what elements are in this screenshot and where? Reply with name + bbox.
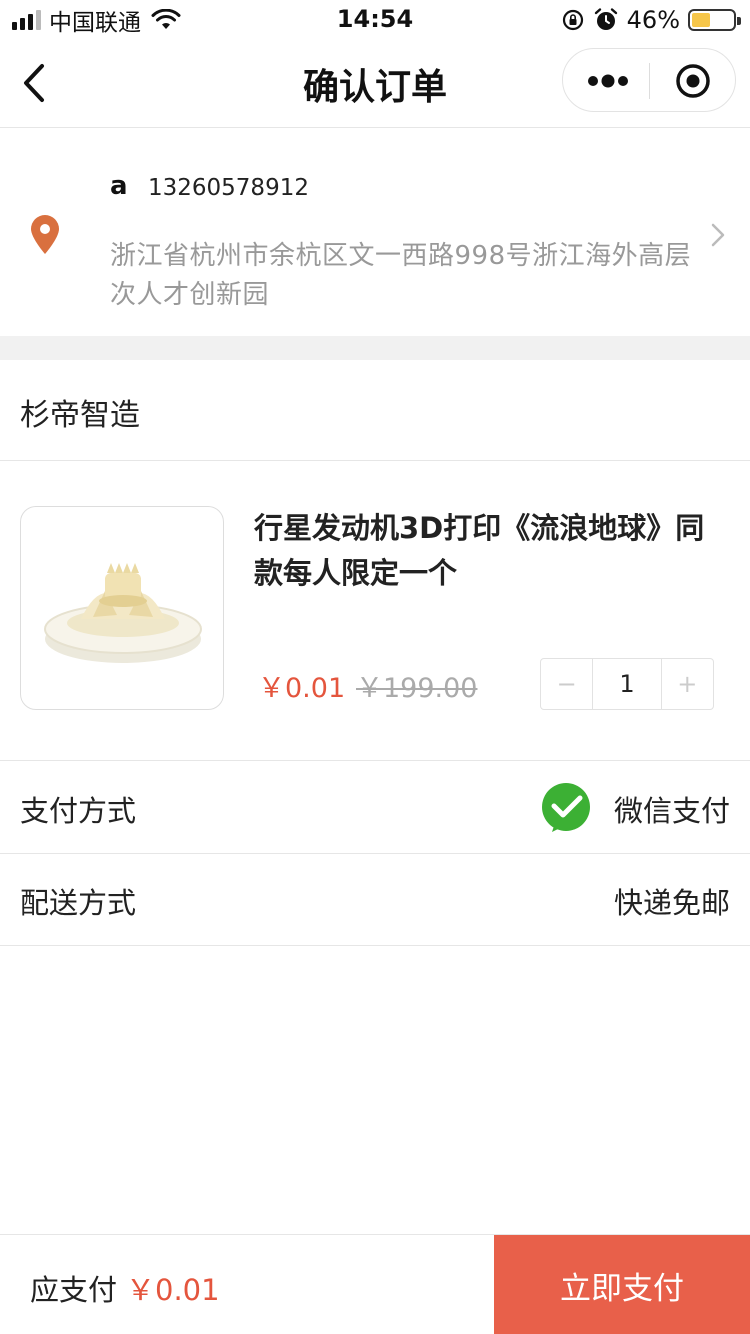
amount-due-value: ￥0.01: [126, 1273, 220, 1307]
product-original-price: ￥199.00: [356, 673, 478, 704]
increase-button[interactable]: +: [662, 659, 713, 709]
recipient-phone: 13260578912: [148, 175, 309, 201]
battery-percent: 46%: [626, 6, 680, 34]
quantity-value[interactable]: 1: [592, 659, 662, 709]
address-detail: 浙江省杭州市余杭区文一西路998号浙江海外高层次人才创新园: [110, 241, 692, 310]
amount-due-label: 应支付: [30, 1273, 118, 1307]
chevron-right-icon: [711, 223, 725, 247]
shipping-method-label: 配送方式: [20, 886, 137, 920]
wechat-pay-icon: [542, 783, 590, 832]
recipient-name: a: [110, 171, 128, 201]
close-miniprogram-icon[interactable]: [673, 61, 713, 101]
status-right: 46%: [561, 6, 741, 34]
shipping-method-value: 快递免邮: [613, 886, 730, 920]
shop-name: 杉帝智造: [20, 398, 140, 433]
mini-program-capsule: [562, 48, 736, 112]
payment-method-row[interactable]: 支付方式 微信支付: [0, 762, 750, 854]
location-pin-icon: [31, 215, 59, 254]
quantity-stepper: − 1 +: [540, 658, 714, 710]
shop-header: 杉帝智造: [0, 360, 750, 461]
product-image: [20, 506, 224, 710]
decrease-button[interactable]: −: [541, 659, 592, 709]
shipping-method-row: 配送方式 快递免邮: [0, 854, 750, 946]
pay-now-button[interactable]: 立即支付: [494, 1235, 750, 1334]
address-card[interactable]: a 13260578912 浙江省杭州市余杭区文一西路998号浙江海外高层次人才…: [0, 129, 750, 336]
product-title: 行星发动机3D打印《流浪地球》同款每人限定一个: [254, 511, 705, 590]
orientation-lock-icon: [562, 9, 583, 31]
product-item: 行星发动机3D打印《流浪地球》同款每人限定一个 ￥0.01 ￥199.00 − …: [0, 462, 750, 761]
nav-bar: 确认订单: [0, 40, 750, 128]
checkout-bar: 应支付 ￥0.01 立即支付: [0, 1234, 750, 1334]
alarm-icon: [594, 8, 617, 30]
product-price: ￥0.01: [258, 673, 346, 704]
payment-method-value: 微信支付: [613, 794, 730, 828]
section-divider: [0, 336, 750, 360]
capsule-divider: [649, 63, 650, 99]
payment-method-label: 支付方式: [20, 794, 137, 828]
status-bar: 中国联通 14:54 46%: [0, 0, 750, 40]
battery-icon: [688, 9, 741, 31]
more-icon[interactable]: [585, 49, 631, 113]
